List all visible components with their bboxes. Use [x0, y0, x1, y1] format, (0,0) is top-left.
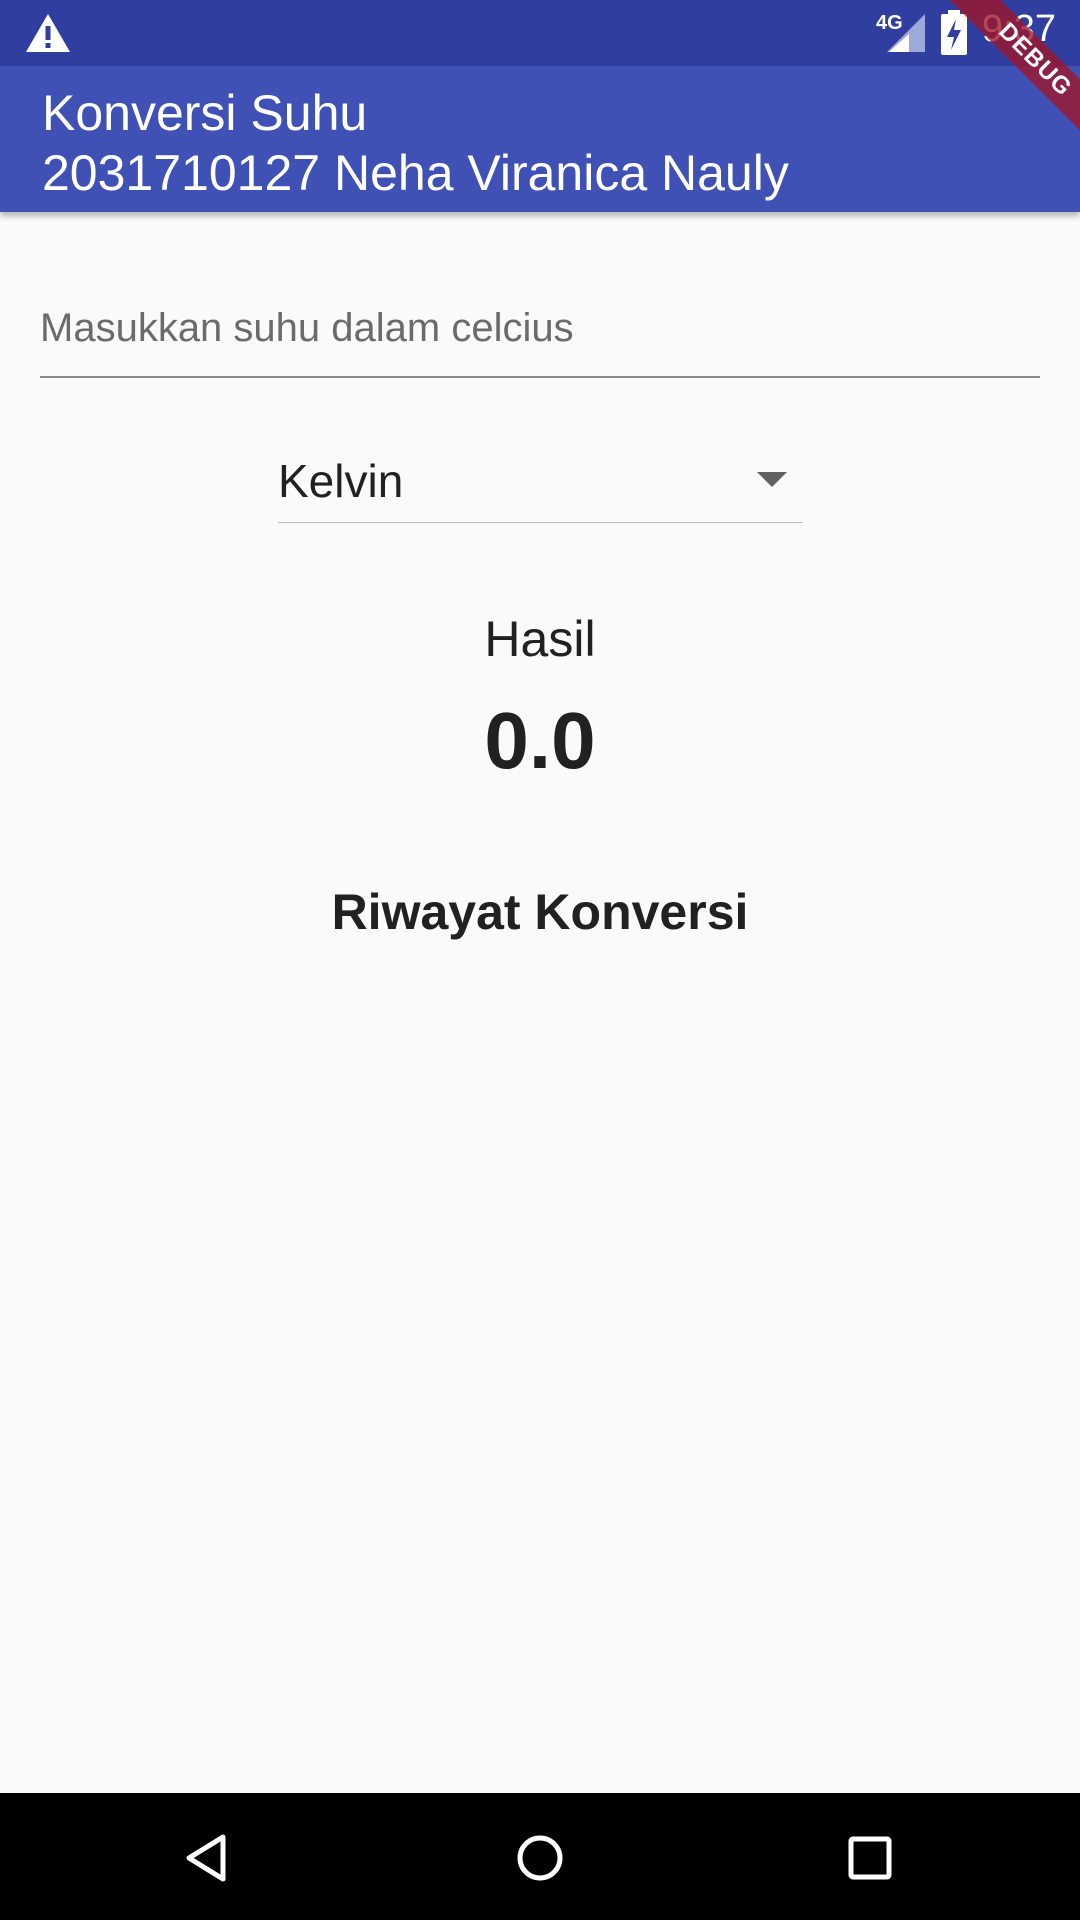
- app-screen: 4G 9:37 Konversi Suhu 2031710127 Neha Vi…: [0, 0, 1080, 1920]
- app-subtitle: 2031710127 Neha Viranica Nauly: [42, 145, 789, 201]
- status-bar: 4G 9:37: [0, 0, 1080, 66]
- result-value: 0.0: [484, 696, 596, 785]
- battery-charging-icon: [941, 10, 967, 55]
- navigation-bar: [0, 1793, 1080, 1920]
- back-icon[interactable]: [175, 1823, 245, 1893]
- home-icon[interactable]: [505, 1823, 575, 1893]
- unit-dropdown[interactable]: Kelvin: [278, 440, 803, 523]
- history-heading: Riwayat Konversi: [331, 884, 749, 940]
- history-list: [0, 960, 1080, 1790]
- recents-icon[interactable]: [835, 1823, 905, 1893]
- app-bar: Konversi Suhu 2031710127 Neha Viranica N…: [0, 66, 1080, 212]
- app-title: Konversi Suhu: [42, 85, 368, 141]
- unit-dropdown-value: Kelvin: [278, 455, 404, 507]
- result-label: Hasil: [484, 611, 596, 667]
- chevron-down-icon: [757, 472, 787, 487]
- celsius-input[interactable]: [40, 280, 1040, 378]
- warning-icon: [26, 14, 70, 52]
- network-type-label: 4G: [876, 12, 903, 34]
